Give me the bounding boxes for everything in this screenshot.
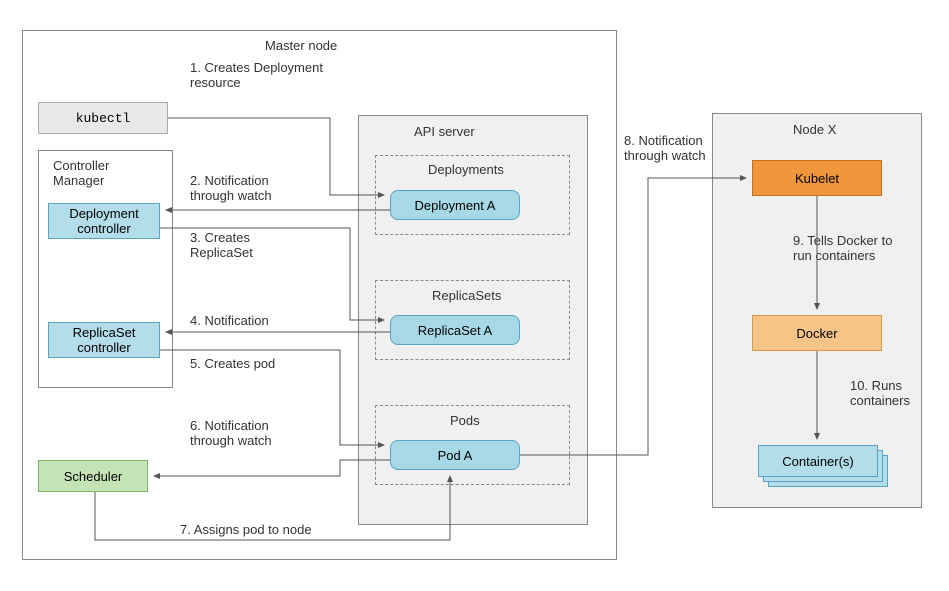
step-8-label: 8. Notification through watch	[624, 133, 706, 163]
step-1-label: 1. Creates Deployment resource	[190, 60, 323, 90]
step-5-label: 5. Creates pod	[190, 356, 275, 371]
replicaset-controller-box: ReplicaSet controller	[48, 322, 160, 358]
container-layer-1: Container(s)	[758, 445, 878, 477]
pods-title: Pods	[450, 413, 480, 428]
docker-box: Docker	[752, 315, 882, 351]
api-server-title: API server	[414, 124, 475, 139]
kubectl-box: kubectl	[38, 102, 168, 134]
pod-a-box: Pod A	[390, 440, 520, 470]
step-7-label: 7. Assigns pod to node	[180, 522, 312, 537]
replicaset-a-box: ReplicaSet A	[390, 315, 520, 345]
step-3-label: 3. Creates ReplicaSet	[190, 230, 253, 260]
step-10-label: 10. Runs containers	[850, 378, 910, 408]
deployments-title: Deployments	[428, 162, 504, 177]
node-x-title: Node X	[793, 122, 836, 137]
step-4-label: 4. Notification	[190, 313, 269, 328]
controller-manager-title: Controller Manager	[53, 158, 109, 188]
step-6-label: 6. Notification through watch	[190, 418, 272, 448]
scheduler-box: Scheduler	[38, 460, 148, 492]
master-node-title: Master node	[265, 38, 337, 53]
step-9-label: 9. Tells Docker to run containers	[793, 233, 892, 263]
deployment-controller-box: Deployment controller	[48, 203, 160, 239]
deployment-a-box: Deployment A	[390, 190, 520, 220]
kubelet-box: Kubelet	[752, 160, 882, 196]
step-2-label: 2. Notification through watch	[190, 173, 272, 203]
replicasets-title: ReplicaSets	[432, 288, 501, 303]
